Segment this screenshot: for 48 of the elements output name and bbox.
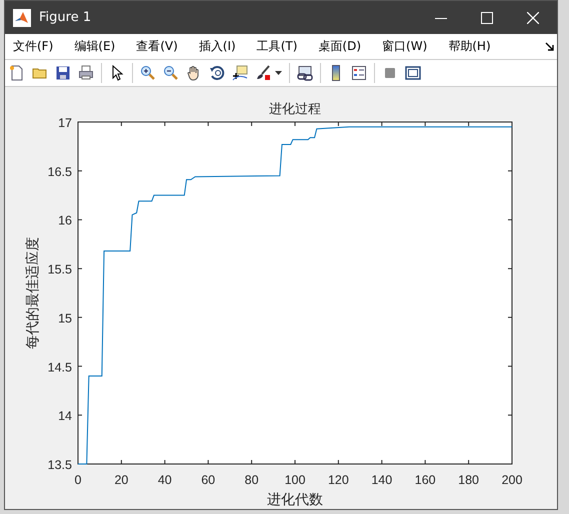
new-file-icon[interactable]: [9, 65, 25, 81]
x-tick-label: 20: [114, 473, 128, 487]
x-tick-label: 100: [284, 473, 306, 487]
y-tick-label: 16: [58, 214, 72, 228]
zoom-out-icon[interactable]: [163, 65, 179, 81]
y-tick-label: 13.5: [48, 458, 72, 472]
menu-item[interactable]: 编辑(E): [74, 38, 116, 55]
caret-icon[interactable]: [275, 71, 282, 75]
rotate-icon[interactable]: [209, 65, 225, 81]
brush-icon[interactable]: [255, 65, 271, 81]
legend-icon[interactable]: [351, 65, 367, 81]
link-plot-icon[interactable]: [297, 65, 313, 81]
menu-item[interactable]: 工具(T): [256, 38, 298, 55]
y-tick-label: 15.5: [48, 262, 72, 277]
window-title: Figure 1: [39, 10, 92, 25]
square-icon[interactable]: [382, 65, 398, 81]
menu-item[interactable]: 窗口(W): [382, 38, 428, 55]
menu-item[interactable]: 查看(V): [136, 38, 178, 55]
x-tick-label: 180: [458, 473, 480, 487]
dock-arrow-icon[interactable]: [545, 42, 554, 51]
printer-icon[interactable]: [78, 65, 94, 81]
data-cursor-icon[interactable]: [232, 65, 248, 81]
y-tick-label: 17: [58, 116, 72, 130]
x-tick-label: 40: [158, 473, 172, 487]
x-tick-label: 160: [414, 473, 436, 487]
menu-item[interactable]: 插入(I): [198, 38, 236, 55]
x-tick-label: 0: [74, 473, 82, 487]
maximize-icon[interactable]: [481, 12, 493, 24]
matlab-logo-icon: [13, 8, 31, 26]
y-tick-label: 15: [58, 311, 72, 326]
x-axis-label: 进化代数: [267, 492, 323, 508]
y-axis-label: 每代的最佳适应度: [25, 237, 41, 349]
menu-item[interactable]: 桌面(D): [318, 38, 362, 55]
x-tick-label: 60: [201, 473, 216, 487]
x-tick-label: 140: [371, 473, 392, 487]
y-tick-label: 14.5: [48, 360, 72, 374]
chart-title: 进化过程: [269, 102, 321, 117]
y-tick-label: 14: [58, 409, 72, 424]
zoom-in-icon[interactable]: [140, 65, 156, 81]
close-icon[interactable]: [527, 12, 539, 24]
y-tick-label: 16.5: [48, 164, 72, 179]
x-tick-label: 120: [328, 473, 349, 487]
x-tick-label: 80: [244, 473, 259, 487]
x-tick-label: 200: [502, 473, 522, 487]
save-icon[interactable]: [55, 65, 71, 81]
menu-item[interactable]: 帮助(H): [448, 38, 491, 55]
window-frame-icon[interactable]: [405, 65, 421, 81]
menu-item[interactable]: 文件(F): [13, 38, 54, 55]
